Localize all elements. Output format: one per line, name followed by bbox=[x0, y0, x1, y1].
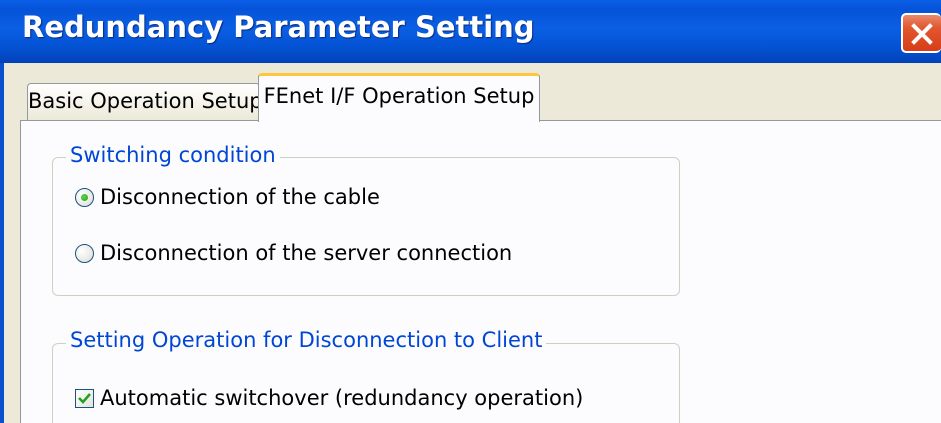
checkbox-label: Automatic switchover (redundancy operati… bbox=[100, 386, 584, 410]
client-disconnection-group bbox=[52, 343, 680, 423]
dialog-window: Redundancy Parameter Setting Basic Opera… bbox=[0, 0, 941, 423]
radio-label: Disconnection of the server connection bbox=[100, 241, 513, 265]
radio-disconnection-cable[interactable]: Disconnection of the cable bbox=[75, 185, 380, 209]
radio-label: Disconnection of the cable bbox=[100, 185, 380, 209]
checkmark-icon bbox=[78, 392, 91, 404]
checkbox-automatic-switchover[interactable]: Automatic switchover (redundancy operati… bbox=[75, 386, 583, 410]
client-disconnection-legend: Setting Operation for Disconnection to C… bbox=[66, 328, 547, 352]
switching-condition-group bbox=[52, 157, 680, 296]
radio-disconnection-server[interactable]: Disconnection of the server connection bbox=[75, 241, 512, 265]
radio-selected-icon[interactable] bbox=[75, 187, 94, 207]
switching-condition-legend: Switching condition bbox=[66, 143, 280, 167]
radio-unselected-icon[interactable] bbox=[75, 243, 94, 263]
checkbox-icon[interactable] bbox=[75, 388, 94, 408]
